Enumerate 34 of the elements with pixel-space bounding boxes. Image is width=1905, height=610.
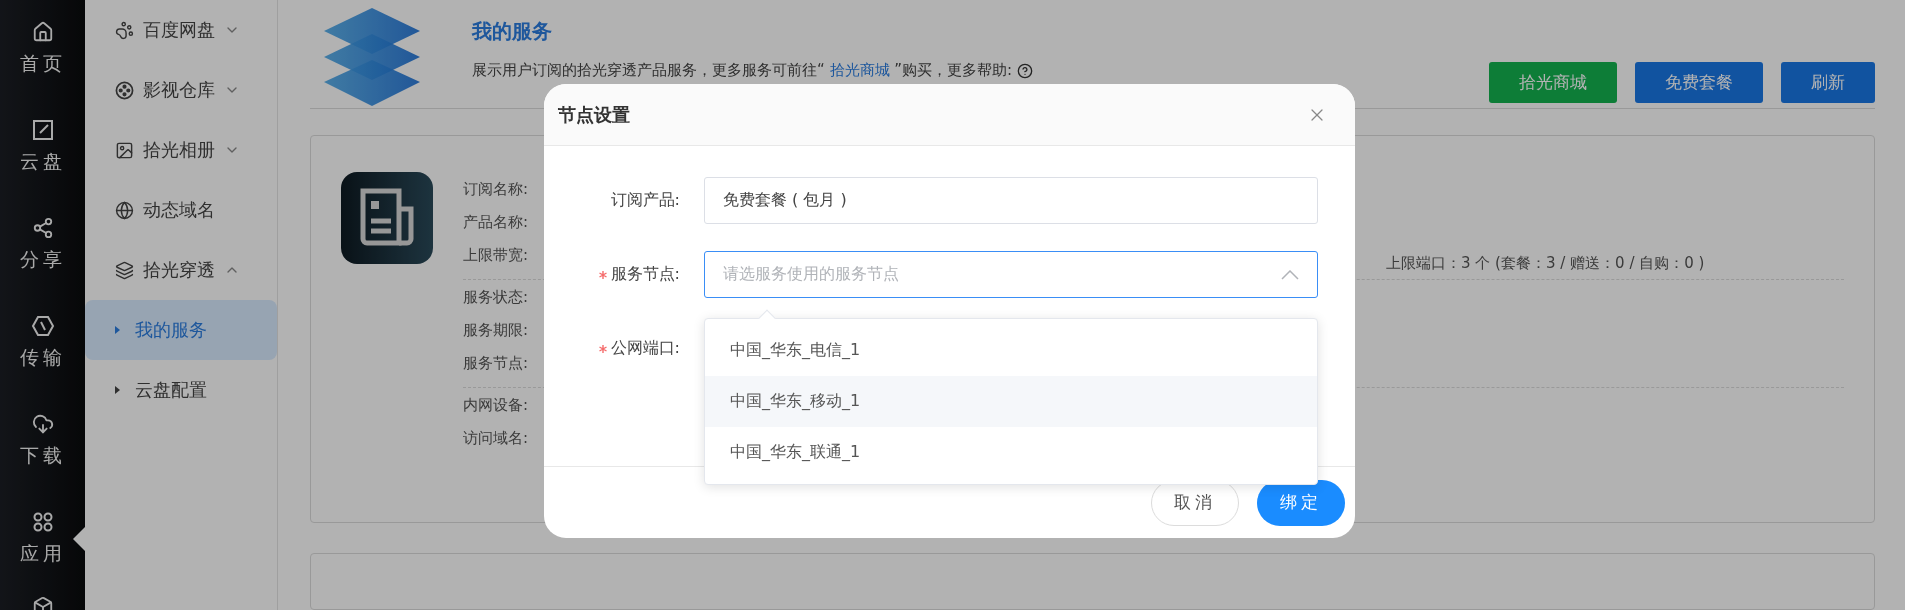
sidebar-item[interactable]: 百度网盘 xyxy=(85,0,277,60)
field-label: 产品名称: xyxy=(463,213,529,233)
field-label: 访问域名: xyxy=(463,429,529,449)
field-label: 服务期限: xyxy=(463,321,529,341)
field-label: 上限带宽: xyxy=(463,246,529,266)
page-description: 展示用户订阅的拾光穿透产品服务，更多服务可前往“ 拾光商城 ”购买，更多帮助: xyxy=(472,61,1489,80)
field-label: 服务状态: xyxy=(463,288,529,308)
rail-item[interactable]: 下载 xyxy=(0,392,85,490)
dialog-button[interactable]: 绑定 xyxy=(1257,479,1345,526)
sidebar-subitem[interactable]: 云盘配置 xyxy=(85,360,277,420)
form-label: 服务节点: xyxy=(610,264,680,285)
field-label: 订阅名称: xyxy=(463,180,529,200)
rail-item[interactable]: 传输 xyxy=(0,294,85,392)
dropdown-option[interactable]: 中国_华东_移动_1 xyxy=(705,376,1317,427)
dialog-title: 节点设置 xyxy=(558,102,630,127)
rail-item[interactable]: 首页 xyxy=(0,0,85,98)
dropdown-option[interactable]: 中国_华东_联通_1 xyxy=(705,427,1317,478)
port-limit-text: 上限端口：3 个 (套餐：3 / 赠送：0 / 自购：0 ) xyxy=(1386,254,1705,274)
form-label: 订阅产品: xyxy=(610,190,680,211)
rail-item[interactable]: 分享 xyxy=(0,196,85,294)
store-link[interactable]: 拾光商城 xyxy=(829,61,890,79)
field-label: 内网设备: xyxy=(463,396,529,416)
dropdown-option[interactable]: 中国_华东_电信_1 xyxy=(705,325,1317,376)
sidebar-item[interactable]: 影视仓库 xyxy=(85,60,277,120)
product-field[interactable]: 免费套餐 ( 包月 ) xyxy=(704,177,1318,224)
page-title: 我的服务 xyxy=(472,18,553,45)
header-button[interactable]: 免费套餐 xyxy=(1635,62,1763,103)
header-button[interactable]: 刷新 xyxy=(1781,62,1875,103)
sidebar-item[interactable]: 拾光相册 xyxy=(85,120,277,180)
field-label: 服务节点: xyxy=(463,354,529,374)
sidebar-item[interactable]: 拾光穿透 xyxy=(85,240,277,300)
sidebar-item[interactable]: 动态域名 xyxy=(85,180,277,240)
form-label: 公网端口: xyxy=(610,338,680,359)
rail-item[interactable]: 云盘 xyxy=(0,98,85,196)
